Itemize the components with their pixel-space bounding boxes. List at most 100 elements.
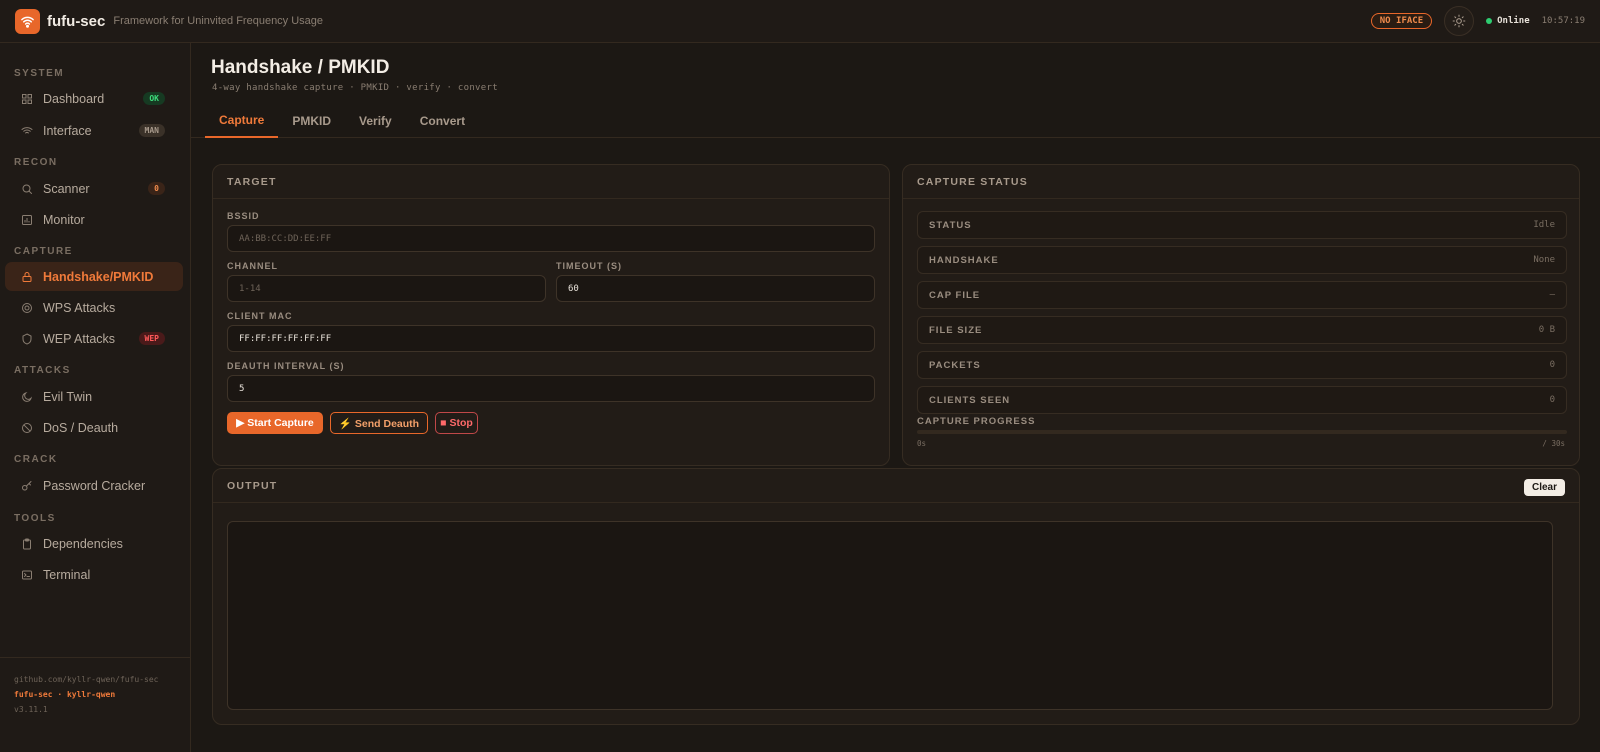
sidebar-item-label: Evil Twin	[43, 389, 93, 404]
stat-value: None	[1533, 255, 1555, 265]
sidebar-item-dos[interactable]: DoS / Deauth	[5, 413, 183, 442]
top-bar: fufu-sec Framework for Uninvited Frequen…	[0, 0, 1600, 43]
sidebar-item-interface[interactable]: Interface MAN	[5, 116, 183, 145]
stat-key: CAP FILE	[929, 289, 981, 301]
sidebar-item-wps[interactable]: WPS Attacks	[5, 293, 183, 322]
section-title-system: SYSTEM	[14, 68, 65, 79]
capture-status-card: CAPTURE STATUS STATUS Idle HANDSHAKE Non…	[902, 164, 1580, 466]
stat-key: STATUS	[929, 219, 972, 231]
online-dot-icon	[1486, 18, 1493, 24]
stat-key: FILE SIZE	[929, 324, 983, 336]
stat-key: PACKETS	[929, 359, 981, 371]
search-icon	[21, 183, 33, 195]
stop-button[interactable]: ■ Stop	[435, 412, 478, 434]
clipboard-icon	[21, 538, 33, 550]
output-card: OUTPUT Clear	[212, 468, 1580, 725]
sidebar-item-label: Monitor	[43, 212, 85, 227]
sidebar-item-password-cracker[interactable]: Password Cracker	[5, 471, 183, 500]
connection-status: Online	[1486, 16, 1530, 26]
sidebar-item-label: Scanner	[43, 181, 90, 196]
status-badge: OK	[143, 92, 165, 105]
tab-bar: Capture PMKID Verify Convert	[205, 103, 479, 138]
version: v3.11.1	[14, 705, 48, 714]
sidebar-item-terminal[interactable]: Terminal	[5, 560, 183, 589]
sidebar-item-label: WPS Attacks	[43, 300, 116, 315]
page-subtitle: 4-way handshake capture · PMKID · verify…	[212, 83, 498, 93]
channel-label: CHANNEL	[227, 261, 278, 271]
app-name: fufu-sec	[47, 12, 106, 30]
tab-verify[interactable]: Verify	[345, 103, 406, 138]
sidebar-item-label: Handshake/PMKID	[43, 269, 154, 284]
sidebar-item-wep[interactable]: WEP Attacks WEP	[5, 324, 183, 353]
tab-capture[interactable]: Capture	[205, 103, 279, 138]
stat-value: Idle	[1533, 220, 1555, 230]
deauth-interval-label: DEAUTH INTERVAL (S)	[227, 361, 345, 371]
output-console[interactable]	[227, 521, 1553, 710]
key-icon	[21, 480, 33, 492]
client-mac-label: CLIENT MAC	[227, 311, 293, 321]
start-capture-button[interactable]: ▶ Start Capture	[227, 412, 323, 434]
stat-key: HANDSHAKE	[929, 254, 999, 266]
capture-progress-label: CAPTURE PROGRESS	[917, 416, 1036, 427]
sidebar-item-label: Password Cracker	[43, 478, 146, 493]
sidebar-item-monitor[interactable]: Monitor	[5, 205, 183, 234]
target-icon	[21, 302, 33, 314]
cap-file-row: CAP FILE —	[917, 281, 1567, 309]
lock-icon	[21, 271, 33, 283]
timeout-label: TIMEOUT (S)	[556, 261, 622, 271]
stat-value: 0	[1549, 395, 1555, 405]
deauth-interval-input[interactable]	[227, 375, 875, 402]
clients-seen-row: CLIENTS SEEN 0	[917, 386, 1567, 414]
grid-icon	[21, 93, 33, 105]
terminal-icon	[21, 569, 33, 581]
status-row: STATUS Idle	[917, 211, 1567, 239]
sidebar-item-evil-twin[interactable]: Evil Twin	[5, 382, 183, 411]
section-title-crack: CRACK	[14, 454, 58, 465]
count-badge: 0	[148, 182, 165, 195]
clock: 10:57:19	[1541, 16, 1585, 26]
sidebar-item-handshake[interactable]: Handshake/PMKID	[5, 262, 183, 291]
section-title-tools: TOOLS	[14, 513, 56, 524]
sidebar-item-dependencies[interactable]: Dependencies	[5, 529, 183, 558]
sidebar-item-label: Interface	[43, 123, 92, 138]
theme-toggle-button[interactable]	[1444, 6, 1475, 36]
packets-row: PACKETS 0	[917, 351, 1567, 379]
stat-value: 0	[1549, 360, 1555, 370]
section-title-attacks: ATTACKS	[14, 365, 71, 376]
sidebar-item-scanner[interactable]: Scanner 0	[5, 174, 183, 203]
iface-status-badge[interactable]: NO IFACE	[1370, 13, 1433, 29]
capture-progress-bar	[917, 430, 1567, 434]
tab-pmkid[interactable]: PMKID	[278, 103, 345, 138]
sidebar-item-label: Dependencies	[43, 536, 123, 551]
wep-badge: WEP	[138, 332, 165, 345]
progress-min-label: 0s	[917, 439, 927, 448]
stat-key: CLIENTS SEEN	[929, 394, 1011, 406]
wifi-logo-icon	[15, 8, 40, 34]
sidebar-item-dashboard[interactable]: Dashboard OK	[5, 84, 183, 113]
channel-input[interactable]	[227, 275, 546, 302]
moon-icon	[21, 391, 33, 403]
file-size-row: FILE SIZE 0 B	[917, 316, 1567, 344]
sun-icon	[1452, 14, 1466, 28]
repo-link[interactable]: github.com/kyllr-qwen/fufu-sec	[14, 672, 176, 687]
timeout-input[interactable]	[556, 275, 875, 302]
sidebar-item-label: DoS / Deauth	[43, 420, 119, 435]
bssid-label: BSSID	[227, 211, 260, 221]
stat-value: —	[1549, 290, 1555, 300]
card-title: CAPTURE STATUS	[903, 165, 1579, 199]
clear-output-button[interactable]: Clear	[1523, 479, 1565, 496]
section-title-recon: RECON	[14, 157, 58, 168]
send-deauth-button[interactable]: ⚡ Send Deauth	[330, 412, 428, 434]
card-title: TARGET	[213, 165, 889, 199]
client-mac-input[interactable]	[227, 325, 875, 352]
sidebar-item-label: Dashboard	[43, 91, 105, 106]
handshake-row: HANDSHAKE None	[917, 246, 1567, 274]
tab-convert[interactable]: Convert	[406, 103, 479, 138]
target-card: TARGET BSSID CHANNEL TIMEOUT (S) CLIENT …	[212, 164, 890, 466]
bssid-input[interactable]	[227, 225, 875, 252]
card-title: OUTPUT	[213, 469, 1579, 503]
bar-chart-icon	[21, 214, 33, 226]
ban-icon	[21, 422, 33, 434]
section-title-capture: CAPTURE	[14, 246, 73, 257]
sidebar: SYSTEM Dashboard OK Interface MAN RECON …	[0, 43, 191, 752]
